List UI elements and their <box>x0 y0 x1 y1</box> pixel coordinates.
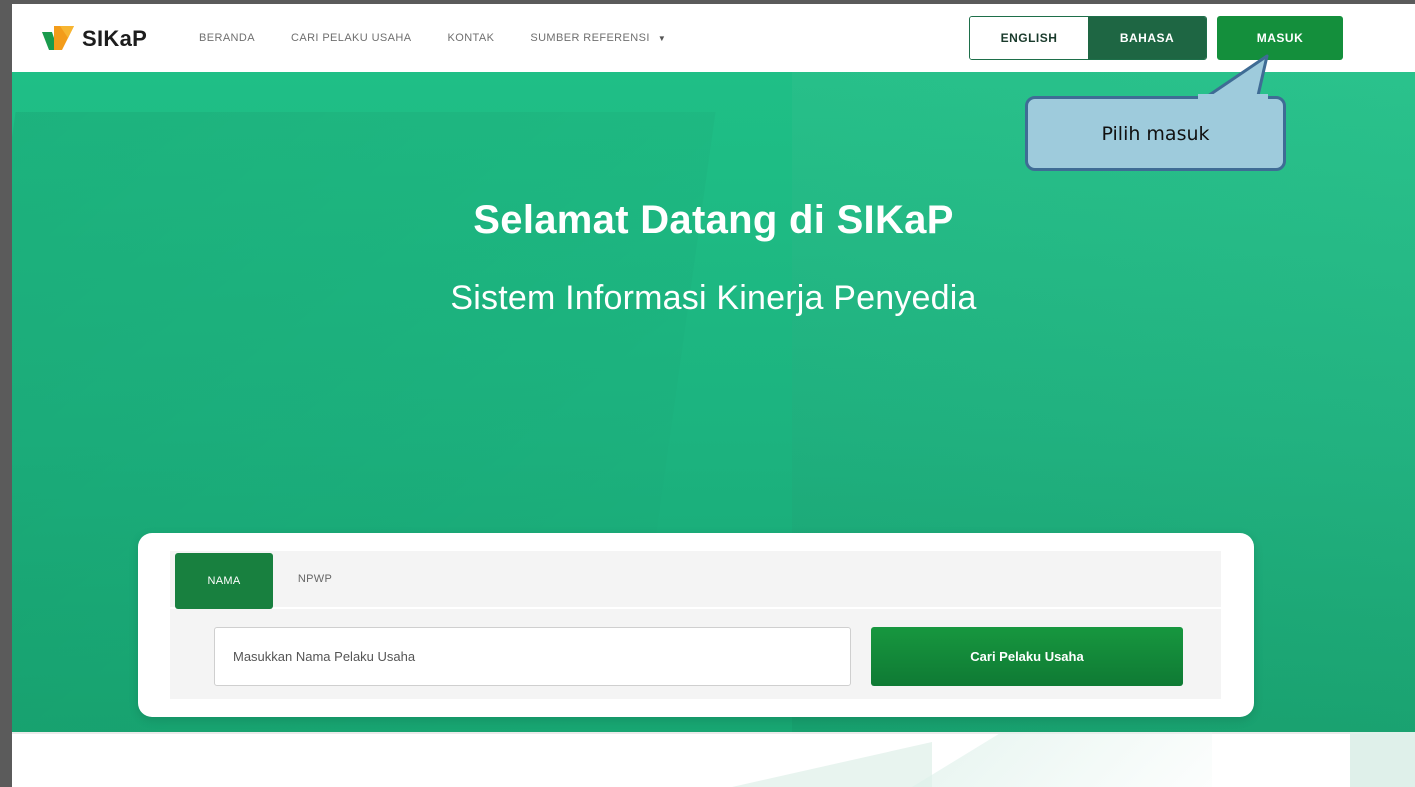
sikap-logo-icon <box>40 24 74 54</box>
search-tabs: NAMA NPWP <box>170 551 1221 609</box>
caret-down-icon: ▼ <box>657 33 667 43</box>
search-button[interactable]: Cari Pelaku Usaha <box>871 627 1183 686</box>
english-button[interactable]: ENGLISH <box>970 17 1088 59</box>
hero-subtitle: Sistem Informasi Kinerja Penyedia <box>450 279 977 317</box>
nav-beranda[interactable]: BERANDA <box>199 32 255 44</box>
nav-kontak[interactable]: KONTAK <box>448 32 495 44</box>
brand-logo[interactable]: SIKaP <box>40 24 147 54</box>
search-card: NAMA NPWP Cari Pelaku Usaha <box>138 533 1254 717</box>
nav-cari-pelaku-usaha[interactable]: CARI PELAKU USAHA <box>291 32 412 44</box>
tooltip-callout: Pilih masuk <box>1025 96 1286 171</box>
decorative-triangle <box>732 742 932 787</box>
bahasa-button[interactable]: BAHASA <box>1088 17 1206 59</box>
nav-sumber-referensi[interactable]: SUMBER REFERENSI ▼ <box>530 32 666 44</box>
content-section <box>12 732 1415 787</box>
tooltip-pointer-joint <box>1198 94 1268 102</box>
main-nav: BERANDA CARI PELAKU USAHA KONTAK SUMBER … <box>199 32 702 44</box>
search-row: Cari Pelaku Usaha <box>170 609 1221 699</box>
brand-name: SIKaP <box>82 26 148 51</box>
nav-sumber-referensi-label: SUMBER REFERENSI <box>530 32 650 44</box>
decorative-bar <box>1350 732 1415 787</box>
search-input[interactable] <box>214 627 851 686</box>
hero-title: Selamat Datang di SIKaP <box>473 198 954 242</box>
tab-nama[interactable]: NAMA <box>175 553 273 609</box>
screenshot-frame-left <box>0 0 12 787</box>
page: SIKaP BERANDA CARI PELAKU USAHA KONTAK S… <box>12 4 1415 787</box>
tooltip-text: Pilih masuk <box>1101 122 1210 145</box>
decorative-shape <box>912 732 1212 787</box>
tab-npwp[interactable]: NPWP <box>285 551 345 607</box>
